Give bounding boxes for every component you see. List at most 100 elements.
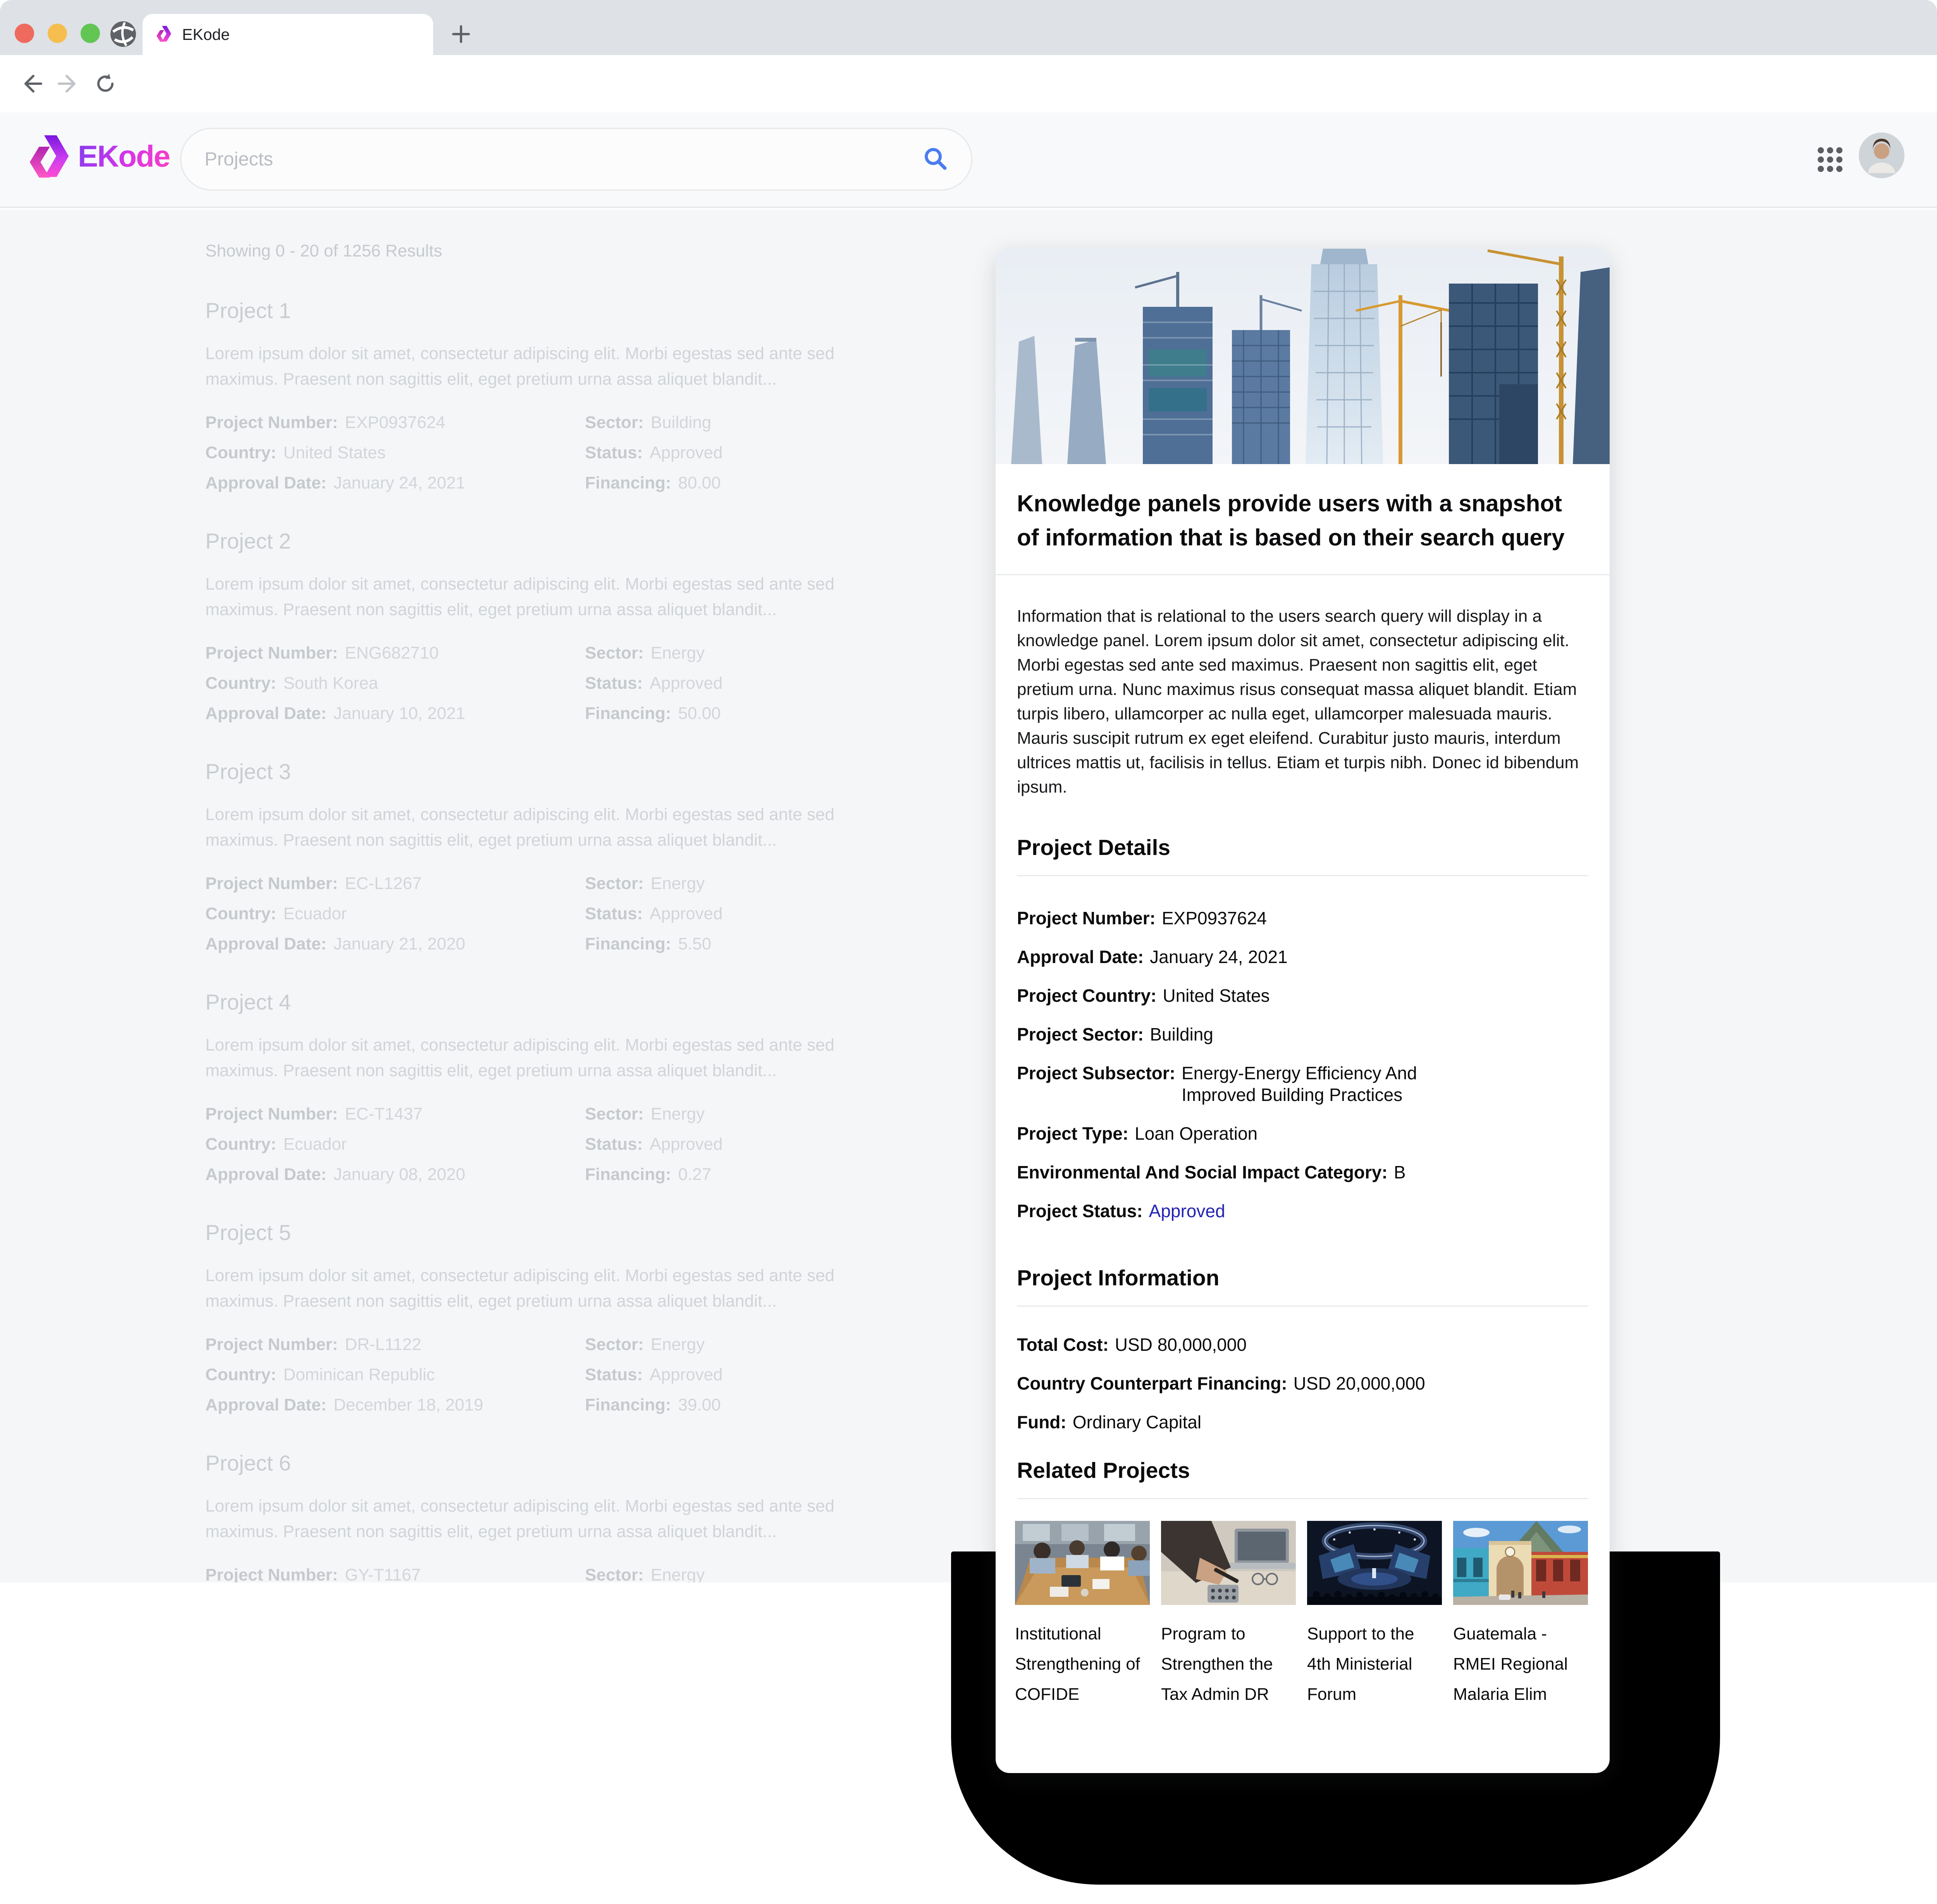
meta-label: Approval Date:: [205, 1395, 327, 1415]
section-heading-related-projects: Related Projects: [996, 1458, 1610, 1483]
detail-label: Project Subsector:: [1017, 1063, 1175, 1083]
meta-label: Approval Date:: [205, 704, 327, 723]
meta-value: EC-L1267: [345, 874, 421, 893]
search-input[interactable]: Projects: [180, 128, 972, 191]
detail-label: Project Type:: [1017, 1123, 1128, 1144]
reload-icon[interactable]: [91, 69, 120, 98]
meta-label: Sector:: [585, 1565, 644, 1582]
window-zoom-button[interactable]: [81, 24, 100, 43]
ekode-logo-icon: [29, 127, 69, 185]
meta-label: Financing:: [585, 473, 671, 493]
meta-value: EC-T1437: [345, 1104, 423, 1124]
related-project-card[interactable]: Support to the 4th Ministerial Forum: [1307, 1521, 1442, 1710]
result-item: Project 2 Lorem ipsum dolor sit amet, co…: [205, 528, 891, 723]
detail-row: Approval Date:January 24, 2021: [1017, 946, 1588, 968]
tab-title: EKode: [182, 26, 230, 44]
meta-value: Approved: [650, 443, 723, 463]
meta-label: Sector:: [585, 874, 644, 893]
search-icon[interactable]: [922, 146, 948, 173]
meta-value: Energy: [651, 643, 705, 663]
meta-label: Approval Date:: [205, 934, 327, 954]
meta-label: Financing:: [585, 704, 671, 723]
meta-label: Status:: [585, 1365, 643, 1385]
meta-value: Approved: [650, 674, 723, 693]
info-row: Fund:Ordinary Capital: [1017, 1411, 1588, 1433]
result-title: Project 2: [205, 528, 891, 554]
meta-value: 50.00: [678, 704, 721, 723]
hero-image-construction-skyline: [996, 249, 1610, 464]
result-description: Lorem ipsum dolor sit amet, consectetur …: [205, 802, 872, 853]
meta-label: Country:: [205, 1365, 276, 1385]
detail-value: Energy-Energy Efficiency And Improved Bu…: [1182, 1062, 1445, 1106]
meta-label: Project Number:: [205, 413, 338, 432]
related-thumb-forum: [1307, 1521, 1442, 1605]
related-thumb-meeting: [1015, 1521, 1150, 1605]
related-thumb-guatemala-street: [1453, 1521, 1588, 1605]
meta-label: Country:: [205, 443, 276, 463]
detail-value: Building: [1150, 1024, 1213, 1044]
meta-label: Sector:: [585, 1104, 644, 1124]
results-summary: Showing 0 - 20 of 1256 Results: [205, 241, 891, 261]
detail-row: Project Country:United States: [1017, 985, 1588, 1006]
result-item: Project 4 Lorem ipsum dolor sit amet, co…: [205, 989, 891, 1184]
panel-description: Information that is relational to the us…: [996, 575, 1610, 799]
meta-value: 5.50: [678, 934, 711, 954]
related-project-card[interactable]: Guatemala - RMEI Regional Malaria Elim: [1453, 1521, 1588, 1710]
meta-value: January 21, 2020: [334, 934, 465, 954]
meta-label: Status:: [585, 674, 643, 693]
meta-value: Approved: [650, 1365, 723, 1385]
result-item: Project 5 Lorem ipsum dolor sit amet, co…: [205, 1220, 891, 1415]
info-value: USD 20,000,000: [1294, 1373, 1425, 1393]
meta-value: January 10, 2021: [334, 704, 465, 723]
related-project-card[interactable]: Institutional Strengthening of COFIDE: [1015, 1521, 1150, 1710]
result-description: Lorem ipsum dolor sit amet, consectetur …: [205, 1493, 872, 1545]
status-link[interactable]: Approved: [1149, 1201, 1225, 1221]
result-description: Lorem ipsum dolor sit amet, consectetur …: [205, 341, 872, 392]
window-controls: [15, 24, 100, 43]
related-caption: Support to the 4th Ministerial Forum: [1307, 1619, 1442, 1710]
window-minimize-button[interactable]: [48, 24, 67, 43]
meta-label: Sector:: [585, 1335, 644, 1354]
new-tab-button[interactable]: [449, 22, 473, 46]
meta-label: Status:: [585, 904, 643, 924]
window-close-button[interactable]: [15, 24, 34, 43]
result-item: Project 6 Lorem ipsum dolor sit amet, co…: [205, 1450, 891, 1582]
apps-grid-icon[interactable]: [1816, 146, 1844, 175]
meta-label: Country:: [205, 1135, 276, 1154]
meta-value: EXP0937624: [345, 413, 445, 432]
forward-icon[interactable]: [53, 69, 83, 98]
meta-value: Building: [651, 413, 712, 432]
section-heading-project-information: Project Information: [996, 1265, 1610, 1291]
info-label: Country Counterpart Financing:: [1017, 1373, 1287, 1393]
site-header: EKode Projects: [0, 112, 1937, 208]
browser-tab-ekode[interactable]: EKode: [143, 14, 433, 55]
detail-row: Environmental And Social Impact Category…: [1017, 1161, 1588, 1183]
account-avatar[interactable]: [1859, 132, 1904, 180]
page: EKode Projects: [0, 112, 1937, 1904]
meta-value: Ecuador: [283, 1135, 347, 1154]
info-row: Country Counterpart Financing: USD 20,000…: [1017, 1373, 1588, 1394]
detail-label: Project Status:: [1017, 1201, 1143, 1221]
meta-value: South Korea: [283, 674, 378, 693]
detail-label: Project Number:: [1017, 908, 1156, 928]
detail-value: EXP0937624: [1162, 908, 1267, 928]
meta-value: United States: [283, 443, 385, 463]
meta-value: Energy: [651, 1565, 705, 1582]
meta-value: 39.00: [678, 1395, 721, 1415]
back-icon[interactable]: [17, 69, 46, 98]
meta-label: Sector:: [585, 413, 644, 432]
meta-value: 0.27: [678, 1165, 711, 1184]
detail-value: January 24, 2021: [1150, 947, 1288, 967]
result-title: Project 1: [205, 298, 891, 323]
info-label: Total Cost:: [1017, 1335, 1109, 1355]
meta-value: December 18, 2019: [334, 1395, 483, 1415]
meta-value: Energy: [651, 1104, 705, 1124]
meta-label: Project Number:: [205, 643, 338, 663]
meta-value: January 08, 2020: [334, 1165, 465, 1184]
panel-title: Knowledge panels provide users with a sn…: [996, 464, 1610, 574]
related-caption: Program to Strengthen the Tax Admin DR: [1161, 1619, 1296, 1710]
ekode-logo[interactable]: EKode: [29, 127, 170, 185]
related-project-card[interactable]: Program to Strengthen the Tax Admin DR: [1161, 1521, 1296, 1710]
search-results-list: Showing 0 - 20 of 1256 Results Project 1…: [0, 210, 1937, 1582]
meta-label: Financing:: [585, 1395, 671, 1415]
